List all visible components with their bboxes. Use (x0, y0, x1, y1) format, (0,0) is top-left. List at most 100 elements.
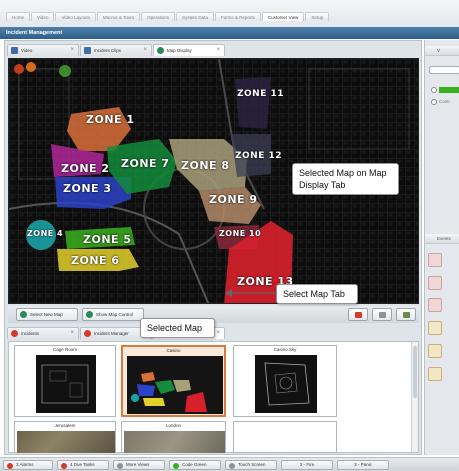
zone-label[interactable]: ZONE 5 (83, 233, 132, 246)
more-views-label: More Views (126, 462, 150, 467)
tab-incident-clips-label: Incident Clips (94, 48, 122, 53)
radio-option[interactable] (431, 87, 437, 93)
map-preview-image (36, 355, 96, 413)
tab-map-display[interactable]: Map Display × (153, 44, 225, 56)
map-preview-image (255, 355, 317, 413)
map-thumbnail-label: London (165, 423, 182, 428)
zone-label[interactable]: ZONE 4 (27, 229, 63, 238)
map-thumbnail-london[interactable]: London (121, 421, 226, 453)
alarms-button[interactable]: 3 Alarms (3, 460, 53, 470)
video-icon (11, 47, 18, 54)
tools-icon (379, 312, 386, 318)
menu-tab-operations[interactable]: Operations (141, 12, 176, 21)
more-views-button[interactable]: More Views (113, 460, 165, 470)
close-icon[interactable]: × (216, 45, 220, 56)
right-panel-input[interactable] (429, 66, 459, 74)
layers-map-button[interactable] (396, 308, 416, 321)
zone-11-area (235, 77, 271, 129)
globe-icon (86, 311, 93, 318)
fire-button[interactable]: 2 - Fire (281, 460, 333, 470)
menu-tab-home[interactable]: Home (6, 12, 31, 21)
top-tab-row: Video × Incident Clips × Map Display × (7, 44, 225, 56)
due-tasks-button[interactable]: 4 Due Tasks (57, 460, 109, 470)
radio-label: Contr (439, 99, 451, 104)
globe-icon (157, 47, 164, 54)
touch-screen-label: Touch Screen (238, 462, 266, 467)
menu-tab-forms-reports[interactable]: Forms & Reports (214, 12, 261, 21)
map-preview-image (127, 356, 223, 414)
menu-tab-setup[interactable]: Setup (305, 12, 330, 21)
map-thumbnail-casino[interactable]: Casino (121, 345, 226, 417)
map-thumbnail-label: Casino Sky (273, 347, 297, 352)
status-bar (439, 87, 459, 93)
callout-map-display: Selected Map on Map Display Tab (292, 163, 399, 195)
alarm-icon[interactable] (428, 253, 442, 267)
zone-label[interactable]: ZONE 11 (237, 89, 284, 99)
scrollbar-thumb[interactable] (413, 346, 417, 398)
tools-map-button[interactable] (372, 308, 392, 321)
zone-label[interactable]: ZONE 3 (63, 182, 112, 195)
map-thumbnail-casino-sky[interactable]: Casino Sky (233, 345, 337, 417)
due-tasks-label: 4 Due Tasks (70, 462, 95, 467)
alarm-icon[interactable] (428, 298, 442, 312)
zone-label[interactable]: ZONE 12 (235, 151, 282, 161)
zone-label[interactable]: ZONE 9 (209, 193, 258, 206)
alert-icon (11, 330, 18, 337)
zone-label[interactable]: ZONE 1 (86, 113, 135, 126)
tab-incidents[interactable]: Incidents × (7, 327, 79, 339)
tab-incident-clips[interactable]: Incident Clips × (80, 44, 152, 56)
tab-video-label: Video (21, 48, 33, 53)
select-new-map-label: Select New Map (30, 312, 63, 317)
status-bar: 3 Alarms 4 Due Tasks More Views Code Gre… (0, 457, 459, 471)
zone-label[interactable]: ZONE 7 (121, 157, 170, 170)
map-preview-image (17, 431, 115, 453)
map-thumbnail-label: Jerusalem (54, 423, 76, 428)
alarm-map-button[interactable] (348, 308, 368, 321)
panic-button[interactable]: 3 - Panic (337, 460, 389, 470)
thumbnail-scrollbar[interactable] (411, 342, 418, 452)
warning-icon[interactable] (428, 367, 442, 381)
map-thumbnail-label: Cage Room (52, 347, 77, 352)
tab-video[interactable]: Video × (7, 44, 79, 56)
menu-tab-customer-view[interactable]: Customer View (261, 12, 305, 21)
menu-tabs: Home Video Video Layouts Macros & Tours … (6, 12, 330, 21)
map-thumbnail-cage-room[interactable]: Cage Room (14, 345, 116, 417)
zone-label[interactable]: ZONE 10 (219, 229, 261, 238)
alarm-icon[interactable] (428, 276, 442, 290)
status-dot-icon (173, 462, 179, 469)
alarm-icon (7, 462, 13, 469)
touch-screen-button[interactable]: Touch Screen (225, 460, 277, 470)
warning-icon[interactable] (428, 344, 442, 358)
show-map-control-label: Show Map Control (96, 312, 134, 317)
menu-tab-video-layouts[interactable]: Video Layouts (55, 12, 96, 21)
map-thumbnail-jerusalem[interactable]: Jerusalem (14, 421, 116, 453)
radio-option[interactable] (431, 99, 437, 105)
zone-label[interactable]: ZONE 2 (61, 162, 110, 175)
empty-thumbnail-slot (233, 421, 337, 453)
main-panel: Video × Incident Clips × Map Display × Z… (4, 40, 422, 455)
menu-bar: Home Video Video Layouts Macros & Tours … (0, 0, 459, 28)
alarm-icon (355, 312, 362, 318)
select-new-map-button[interactable]: Select New Map (16, 308, 78, 321)
task-icon (61, 462, 67, 469)
close-icon[interactable]: × (216, 328, 220, 339)
close-icon[interactable]: × (70, 328, 74, 339)
menu-tab-macros-tours[interactable]: Macros & Tours (96, 12, 141, 21)
code-green-button[interactable]: Code Green (169, 460, 221, 470)
menu-tab-system-data[interactable]: System Data (176, 12, 214, 21)
globe-icon (20, 311, 27, 318)
warning-icon[interactable] (428, 321, 442, 335)
close-icon[interactable]: × (70, 45, 74, 56)
right-panel: V Contr Events (424, 40, 459, 455)
zone-label[interactable]: ZONE 6 (71, 254, 120, 267)
select-map-panel: Cage Room Casino Casino Sky Jerusalem Lo… (8, 341, 419, 453)
menu-tab-video[interactable]: Video (31, 12, 55, 21)
show-map-control-button[interactable]: Show Map Control (82, 308, 144, 321)
callout-select-map-tab: Select Map Tab (276, 284, 358, 304)
close-icon[interactable]: × (143, 45, 147, 56)
map-thumbnail-label: Casino (166, 348, 181, 353)
alert-icon (84, 330, 91, 337)
code-green-label: Code Green (182, 462, 207, 467)
zone-label[interactable]: ZONE 8 (181, 159, 230, 172)
alarms-label: 3 Alarms (16, 462, 34, 467)
